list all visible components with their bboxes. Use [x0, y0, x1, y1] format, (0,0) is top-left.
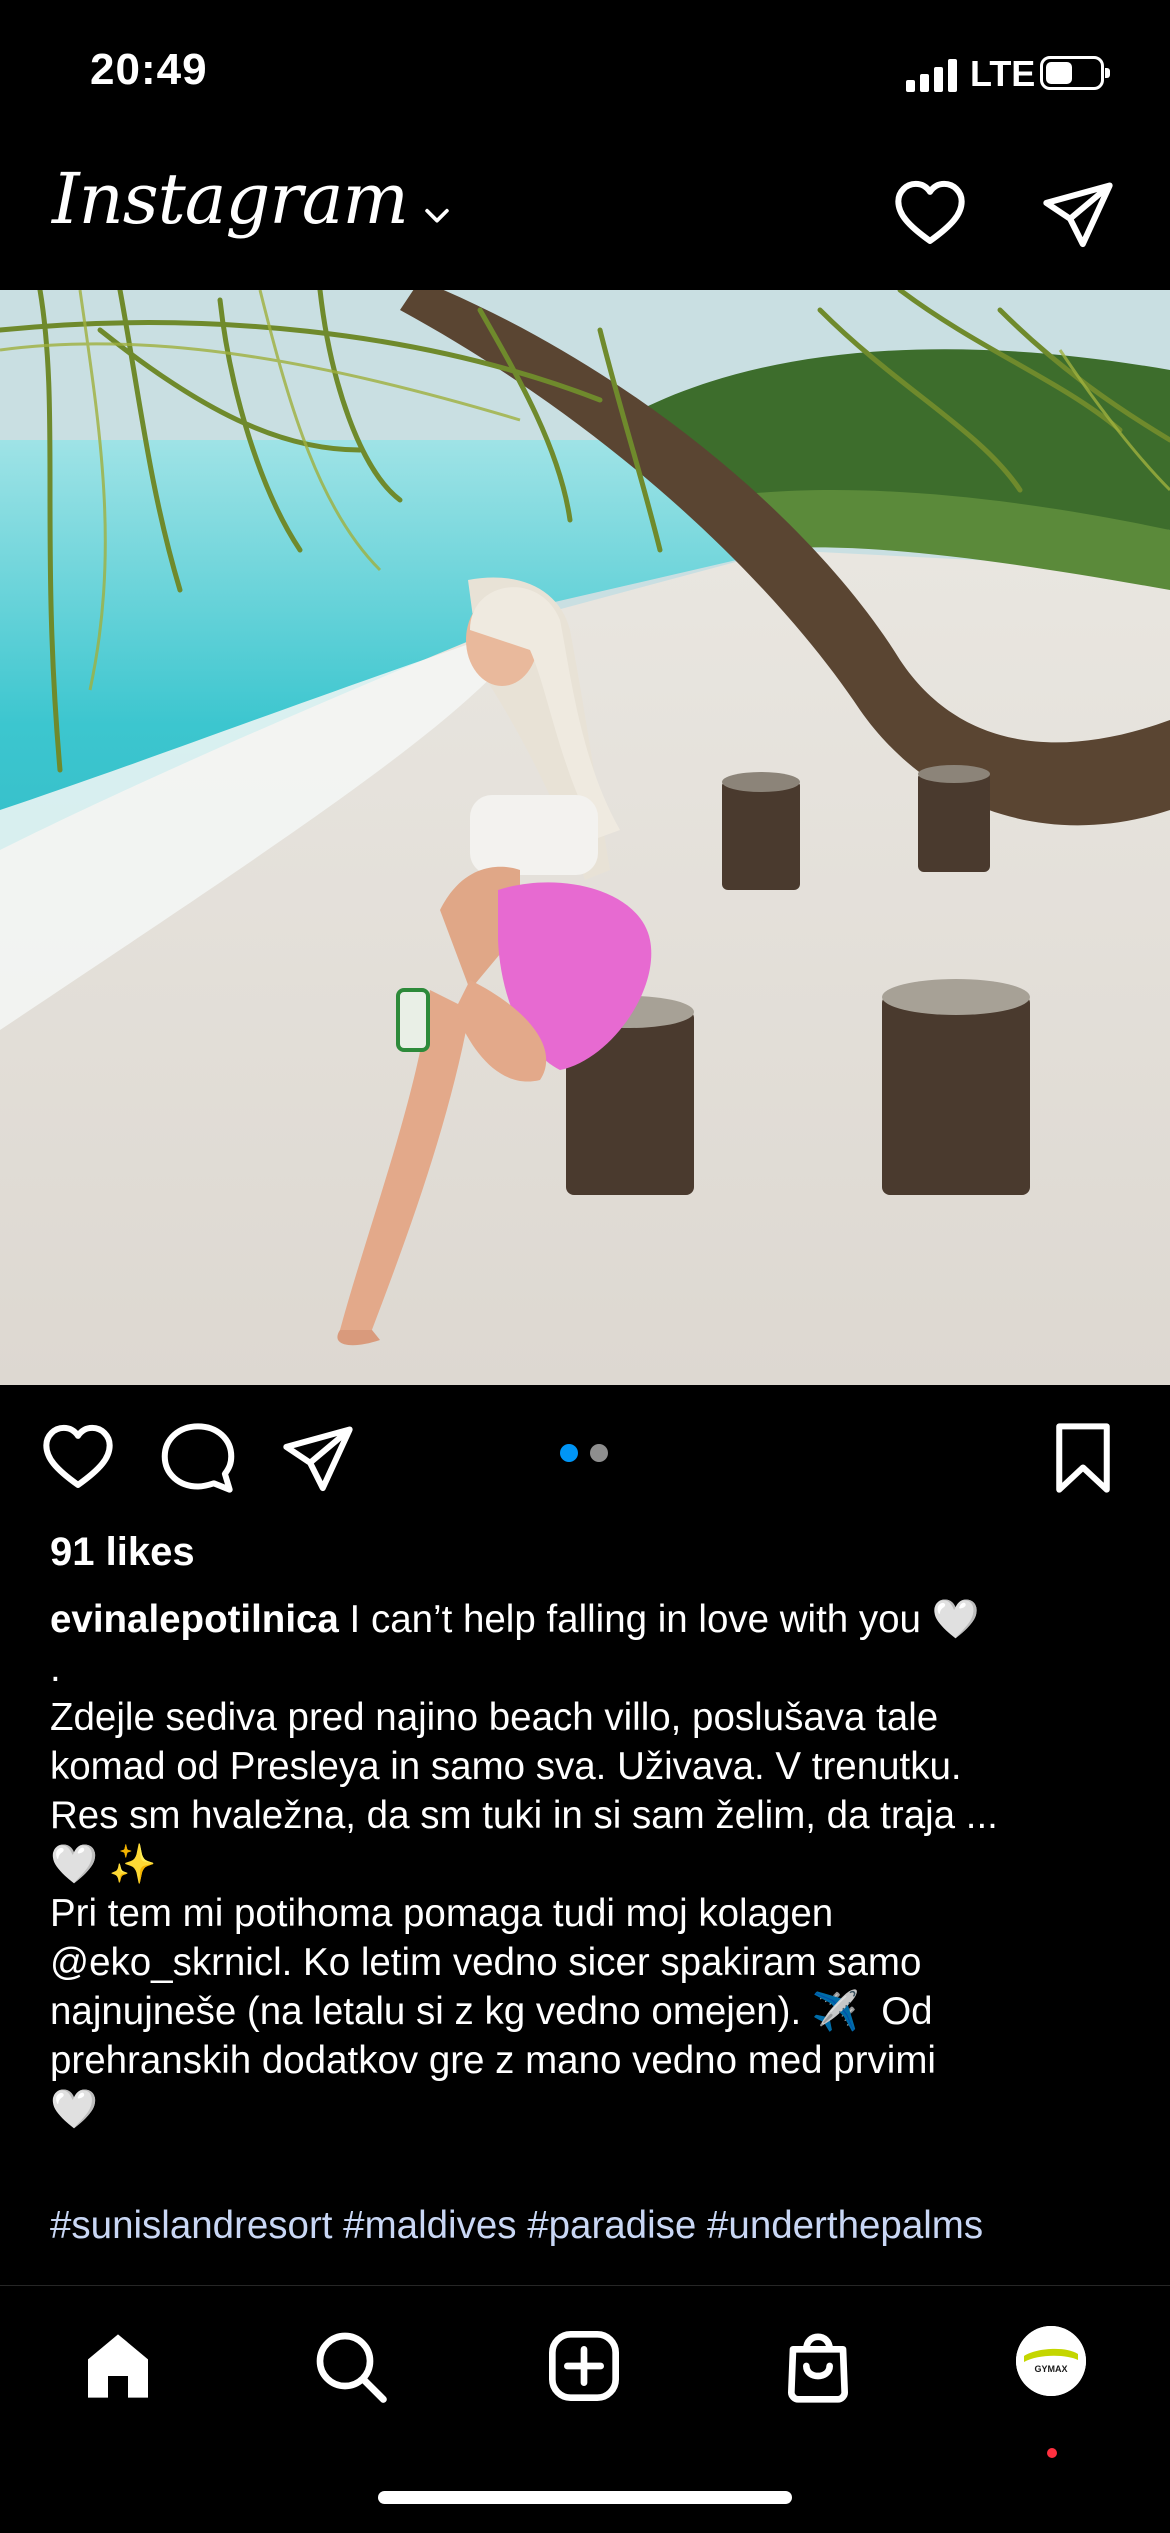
heart-icon[interactable] [892, 176, 968, 252]
bookmark-icon[interactable] [1045, 1420, 1121, 1496]
gymax-logo: GYMAX [1016, 2326, 1086, 2396]
carousel-dot-active [560, 1444, 578, 1462]
battery-icon [1040, 56, 1110, 90]
notification-dot [1047, 2448, 1057, 2458]
status-time: 20:49 [90, 45, 208, 94]
profile-avatar[interactable]: GYMAX [1016, 2326, 1086, 2396]
send-icon[interactable] [1040, 176, 1116, 252]
likes-count[interactable]: 91 likes [50, 1530, 195, 1575]
like-heart-icon[interactable] [40, 1420, 116, 1496]
home-icon[interactable] [78, 2326, 158, 2406]
post-photo[interactable] [0, 290, 1170, 1385]
caption-username[interactable]: evinalepotilnica [50, 1598, 339, 1641]
home-indicator[interactable] [378, 2491, 792, 2504]
comment-icon[interactable] [160, 1420, 236, 1496]
search-icon[interactable] [310, 2326, 390, 2406]
new-post-icon[interactable] [544, 2326, 624, 2406]
caption-text: I can’t help falling in love with you 🤍 … [50, 1598, 998, 2131]
share-send-icon[interactable] [280, 1420, 356, 1496]
avatar-label: GYMAX [1034, 2364, 1067, 2374]
post-caption: evinalepotilnica I can’t help falling in… [50, 1595, 1130, 2134]
signal-icon [906, 58, 960, 92]
carousel-dot [590, 1444, 608, 1462]
instagram-logo[interactable]: Instagram [52, 158, 409, 240]
app-header: Instagram [0, 150, 1170, 290]
shop-icon[interactable] [778, 2326, 858, 2406]
bottom-tab-bar: GYMAX [0, 2285, 1170, 2533]
beach-photo-illustration [0, 290, 1170, 1385]
post-hashtags[interactable]: #sunislandresort #maldives #paradise #un… [50, 2204, 983, 2248]
post-actions [0, 1420, 1170, 1500]
status-bar: 20:49 LTE [0, 0, 1170, 150]
network-label: LTE [970, 53, 1036, 94]
chevron-down-icon[interactable] [420, 198, 454, 232]
